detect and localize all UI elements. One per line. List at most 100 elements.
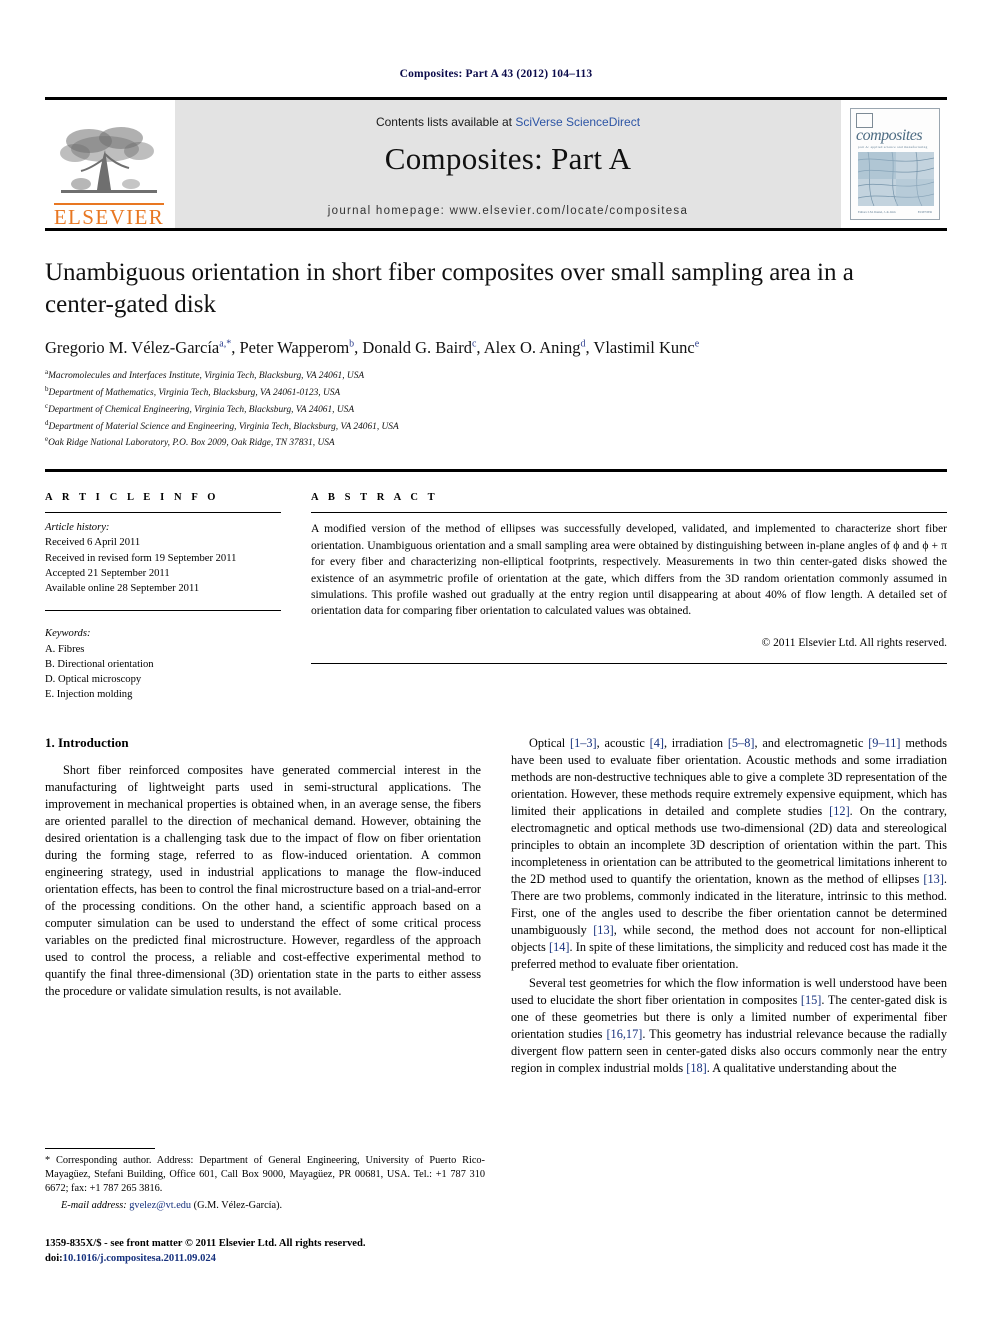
citation-ref[interactable]: [18]: [686, 1061, 707, 1075]
affiliation-list: aMacromolecules and Interfaces Institute…: [45, 367, 947, 451]
paragraph-text: , and electromagnetic: [754, 735, 869, 750]
affiliation-item: dDepartment of Material Science and Engi…: [45, 418, 947, 435]
article-history-block: Article history: Received 6 April 2011 R…: [45, 513, 281, 596]
author-name: Peter Wapperom: [239, 338, 350, 357]
citation-ref[interactable]: [9–11]: [868, 736, 900, 750]
paragraph-text: Optical: [529, 735, 570, 750]
doi-label: doi:: [45, 1252, 63, 1264]
citation-ref[interactable]: [16,17]: [606, 1027, 642, 1041]
article-history-item: Received 6 April 2011: [45, 537, 141, 549]
article-info-column: A R T I C L E I N F O Article history: R…: [45, 492, 281, 703]
issn-doi-block: 1359-835X/$ - see front matter © 2011 El…: [45, 1237, 485, 1267]
citation-ref[interactable]: [12]: [829, 804, 850, 818]
citation-ref[interactable]: [1–3]: [570, 736, 597, 750]
elsevier-tree-icon: [60, 127, 157, 193]
article-history-label: Article history:: [45, 522, 110, 534]
keywords-label: Keywords:: [45, 628, 91, 640]
citation-ref[interactable]: [13]: [923, 872, 944, 886]
footnote-rule: [45, 1148, 155, 1149]
author-marks: a,*: [219, 338, 232, 350]
citation-ref[interactable]: [14]: [549, 940, 570, 954]
email-link[interactable]: gvelez@vt.edu: [129, 1200, 191, 1211]
article-history-item: Accepted 21 September 2011: [45, 567, 170, 579]
elsevier-wordmark: ELSEVIER: [53, 203, 165, 229]
keyword-item: D. Optical microscopy: [45, 674, 142, 686]
cover-foot-right: ELSEVIER: [917, 210, 932, 214]
abstract-bottom-rule: [311, 662, 947, 664]
article-history-item: Received in revised form 19 September 20…: [45, 552, 237, 564]
author-item: Peter Wapperomb: [239, 338, 354, 357]
author-name: Donald G. Baird: [362, 338, 472, 357]
journal-title: Composites: Part A: [384, 141, 632, 176]
journal-homepage-link[interactable]: journal homepage: www.elsevier.com/locat…: [328, 205, 688, 217]
author-marks: c: [471, 338, 477, 350]
cover-image: composites part A: applied science and m…: [850, 108, 940, 220]
journal-cover-thumbnail: composites part A: applied science and m…: [843, 100, 947, 228]
body-paragraph: Several test geometries for which the fl…: [511, 975, 947, 1077]
author-marks: b: [349, 338, 355, 350]
body-paragraph: Short fiber reinforced composites have g…: [45, 762, 481, 998]
elsevier-logo: ELSEVIER: [45, 100, 173, 228]
cover-journal-subtitle: part A: applied science and manufacturin…: [858, 145, 928, 149]
email-owner: (G.M. Vélez-García).: [193, 1199, 283, 1211]
keywords-block: Keywords: A. Fibres B. Directional orien…: [45, 619, 281, 702]
contents-prefix: Contents lists available at: [375, 115, 516, 129]
abstract-text: A modified version of the method of elli…: [311, 522, 947, 618]
cover-footer: Editors: I.M. Daniel, J.-K. Kim ELSEVIER: [858, 210, 932, 214]
email-note: E-mail address: gvelez@vt.edu (G.M. Véle…: [45, 1199, 485, 1213]
affiliation-item: eOak Ridge National Laboratory, P.O. Box…: [45, 434, 947, 451]
corresponding-author-note: * Corresponding author. Address: Departm…: [45, 1155, 485, 1195]
citation-ref[interactable]: [15]: [801, 993, 822, 1007]
cover-micrograph-art: [858, 152, 934, 206]
author-name: Alex O. Aning: [483, 338, 581, 357]
citation-ref[interactable]: [5–8]: [728, 736, 755, 750]
body-columns: 1. Introduction Short fiber reinforced c…: [45, 735, 947, 1079]
affiliation-item: bDepartment of Mathematics, Virginia Tec…: [45, 384, 947, 401]
masthead-bottom-rule: [45, 228, 947, 231]
paragraph-text: . A qualitative understanding about the: [706, 1060, 897, 1075]
cover-foot-left: Editors: I.M. Daniel, J.-K. Kim: [858, 210, 896, 214]
paragraph-text: . In spite of these limitations, the sim…: [511, 939, 948, 971]
affiliation-item: cDepartment of Chemical Engineering, Vir…: [45, 401, 947, 418]
author-list: Gregorio M. Vélez-Garcíaa,*, Peter Wappe…: [45, 338, 700, 357]
doi-line: doi:10.1016/j.compositesa.2011.09.024: [45, 1252, 485, 1267]
author-name: Gregorio M. Vélez-García: [45, 338, 220, 357]
abstract-column: A B S T R A C T A modified version of th…: [311, 492, 947, 703]
issn-line: 1359-835X/$ - see front matter © 2011 El…: [45, 1238, 366, 1249]
journal-band: Contents lists available at SciVerse Sci…: [175, 100, 841, 228]
article-info-heading: A R T I C L E I N F O: [45, 492, 220, 504]
cover-journal-word: composites: [856, 127, 923, 144]
document-page: Composites: Part A 43 (2012) 104–113 ELS…: [0, 0, 992, 1323]
article-info-mid-rule: [45, 610, 281, 612]
keyword-item: E. Injection molding: [45, 689, 133, 701]
abstract-copyright: © 2011 Elsevier Ltd. All rights reserved…: [761, 636, 947, 649]
affiliation-text: Department of Material Science and Engin…: [48, 421, 399, 432]
author-item: Vlastimil Kunce: [593, 338, 699, 357]
page-title: Unambiguous orientation in short fiber c…: [45, 259, 854, 318]
doi-value[interactable]: 10.1016/j.compositesa.2011.09.024: [63, 1253, 216, 1264]
author-item: Alex O. Aningd: [484, 338, 586, 357]
citation-ref[interactable]: [13]: [593, 923, 614, 937]
cover-elsevier-mark-icon: [856, 113, 873, 128]
footnote-area: * Corresponding author. Address: Departm…: [45, 1148, 485, 1213]
affiliation-text: Department of Chemical Engineering, Virg…: [48, 405, 355, 416]
info-section-top-rule: [45, 469, 947, 473]
body-paragraph: Optical [1–3], acoustic [4], irradiation…: [511, 735, 947, 973]
sciencedirect-link[interactable]: SciVerse ScienceDirect: [515, 115, 640, 129]
abstract-heading: A B S T R A C T: [311, 492, 439, 504]
cover-micrograph: [858, 152, 934, 206]
body-left-column: 1. Introduction Short fiber reinforced c…: [45, 735, 481, 1079]
info-abstract-section: A R T I C L E I N F O Article history: R…: [45, 492, 947, 703]
paragraph-text: , irradiation: [663, 735, 728, 750]
citation-ref[interactable]: [4]: [650, 736, 664, 750]
author-marks: d: [580, 338, 586, 350]
affiliation-item: aMacromolecules and Interfaces Institute…: [45, 367, 947, 384]
keyword-item: A. Fibres: [45, 643, 85, 655]
running-head: Composites: Part A 43 (2012) 104–113: [399, 68, 593, 80]
author-name: Vlastimil Kunc: [593, 338, 695, 357]
contents-available-line: Contents lists available at SciVerse Sci…: [376, 115, 640, 129]
author-marks: e: [694, 338, 700, 350]
journal-masthead: ELSEVIER Contents lists available at Sci…: [45, 97, 947, 228]
body-right-column: Optical [1–3], acoustic [4], irradiation…: [511, 735, 947, 1079]
article-history-item: Available online 28 September 2011: [45, 583, 200, 595]
